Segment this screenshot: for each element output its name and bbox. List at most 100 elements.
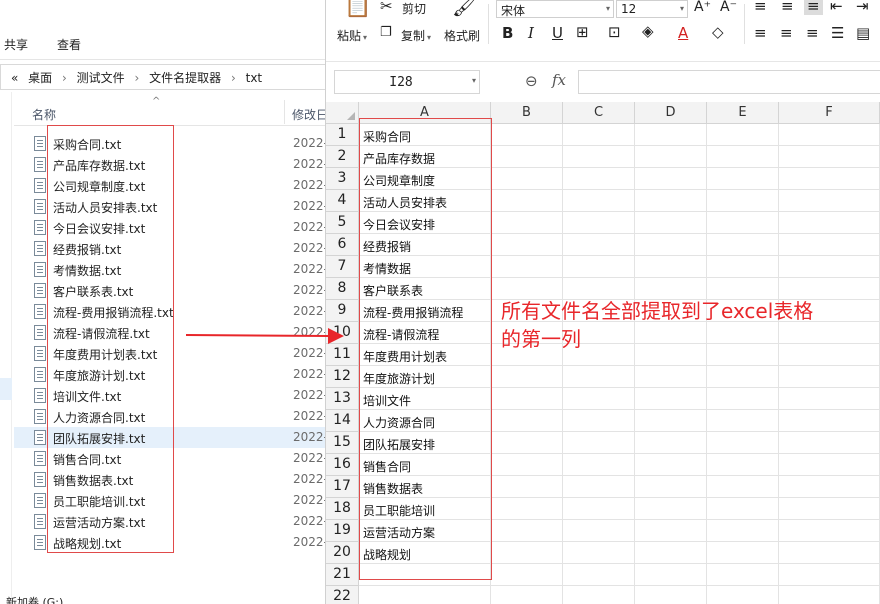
cell[interactable] bbox=[563, 168, 635, 190]
cell[interactable] bbox=[707, 190, 779, 212]
cell[interactable] bbox=[563, 586, 635, 604]
file-row[interactable]: 培训文件.txt 2022- bbox=[14, 385, 325, 406]
column-header-b[interactable]: B bbox=[491, 102, 563, 124]
cell[interactable] bbox=[779, 366, 880, 388]
cell[interactable] bbox=[563, 498, 635, 520]
row-header[interactable]: 22 bbox=[326, 586, 359, 604]
cell[interactable] bbox=[635, 410, 707, 432]
file-row[interactable]: 战略规划.txt 2022- bbox=[14, 532, 325, 553]
row-header[interactable]: 5 bbox=[326, 212, 359, 234]
row-header[interactable]: 7 bbox=[326, 256, 359, 278]
cell[interactable] bbox=[635, 476, 707, 498]
align-right-icon[interactable]: ≡ bbox=[806, 24, 819, 42]
select-all-corner[interactable] bbox=[326, 102, 359, 124]
file-row[interactable]: 销售合同.txt 2022- bbox=[14, 448, 325, 469]
eraser-icon[interactable]: ◇ bbox=[712, 23, 724, 41]
fill-color-icon[interactable]: ◈ bbox=[642, 22, 654, 40]
cell[interactable]: 员工职能培训 bbox=[359, 498, 491, 520]
cell[interactable]: 产品库存数据 bbox=[359, 146, 491, 168]
breadcrumb-test-files[interactable]: 测试文件 bbox=[77, 71, 125, 85]
cell[interactable] bbox=[491, 520, 563, 542]
fx-icon[interactable]: fx bbox=[552, 71, 566, 89]
font-color-icon[interactable]: A bbox=[678, 24, 688, 42]
align-center-icon[interactable]: ≡ bbox=[780, 24, 793, 42]
indent-decrease-icon[interactable]: ⇤ bbox=[830, 0, 843, 15]
cell[interactable] bbox=[635, 586, 707, 604]
cell[interactable] bbox=[635, 168, 707, 190]
row-header[interactable]: 3 bbox=[326, 168, 359, 190]
file-row[interactable]: 客户联系表.txt 2022- bbox=[14, 280, 325, 301]
justify-icon[interactable]: ☰ bbox=[831, 24, 844, 42]
cell[interactable] bbox=[491, 388, 563, 410]
row-header[interactable]: 18 bbox=[326, 498, 359, 520]
cell[interactable]: 活动人员安排表 bbox=[359, 190, 491, 212]
cell[interactable] bbox=[635, 498, 707, 520]
cell[interactable] bbox=[779, 542, 880, 564]
border-icon[interactable]: ⊞ bbox=[576, 23, 589, 41]
row-header[interactable]: 19 bbox=[326, 520, 359, 542]
cell[interactable] bbox=[707, 498, 779, 520]
cell[interactable]: 培训文件 bbox=[359, 388, 491, 410]
cell[interactable] bbox=[779, 190, 880, 212]
cell[interactable]: 战略规划 bbox=[359, 542, 491, 564]
cell[interactable] bbox=[635, 432, 707, 454]
cell[interactable] bbox=[635, 520, 707, 542]
cut-button[interactable]: 剪切 bbox=[402, 0, 426, 17]
cell[interactable] bbox=[779, 212, 880, 234]
cell[interactable]: 公司规章制度 bbox=[359, 168, 491, 190]
cell[interactable] bbox=[563, 564, 635, 586]
cell[interactable] bbox=[707, 586, 779, 604]
decrease-font-icon[interactable]: A⁻ bbox=[720, 0, 737, 15]
column-header-f[interactable]: F bbox=[779, 102, 880, 124]
cell[interactable] bbox=[563, 212, 635, 234]
cell[interactable] bbox=[563, 432, 635, 454]
cell[interactable] bbox=[359, 564, 491, 586]
italic-icon[interactable]: I bbox=[528, 24, 534, 42]
row-header[interactable]: 2 bbox=[326, 146, 359, 168]
align-middle-icon[interactable]: ≡ bbox=[781, 0, 794, 15]
cell[interactable] bbox=[563, 256, 635, 278]
fill-pattern-icon[interactable]: ⊡ bbox=[608, 23, 621, 41]
row-header[interactable]: 14 bbox=[326, 410, 359, 432]
cell[interactable] bbox=[491, 212, 563, 234]
file-row[interactable]: 员工职能培训.txt 2022- bbox=[14, 490, 325, 511]
cell[interactable] bbox=[779, 124, 880, 146]
cell[interactable] bbox=[491, 366, 563, 388]
cell[interactable] bbox=[707, 168, 779, 190]
cell[interactable] bbox=[491, 168, 563, 190]
bold-icon[interactable]: B bbox=[502, 24, 513, 42]
cell[interactable] bbox=[563, 366, 635, 388]
file-row[interactable]: 经费报销.txt 2022- bbox=[14, 238, 325, 259]
cell[interactable] bbox=[707, 124, 779, 146]
cell[interactable]: 团队拓展安排 bbox=[359, 432, 491, 454]
cell[interactable]: 经费报销 bbox=[359, 234, 491, 256]
cell[interactable] bbox=[491, 476, 563, 498]
row-header[interactable]: 20 bbox=[326, 542, 359, 564]
cell[interactable] bbox=[779, 498, 880, 520]
cell[interactable] bbox=[635, 564, 707, 586]
cell[interactable] bbox=[707, 366, 779, 388]
cell[interactable] bbox=[779, 432, 880, 454]
cell[interactable]: 销售数据表 bbox=[359, 476, 491, 498]
breadcrumb-desktop[interactable]: 桌面 bbox=[28, 71, 52, 85]
cell[interactable] bbox=[707, 234, 779, 256]
underline-icon[interactable]: U bbox=[552, 24, 563, 42]
breadcrumb-txt[interactable]: txt bbox=[246, 71, 263, 85]
format-painter-button[interactable]: 格式刷 bbox=[444, 27, 480, 44]
cell[interactable] bbox=[635, 542, 707, 564]
cell[interactable] bbox=[563, 234, 635, 256]
column-header-d[interactable]: D bbox=[635, 102, 707, 124]
cell[interactable] bbox=[707, 212, 779, 234]
cell[interactable] bbox=[779, 586, 880, 604]
cell[interactable] bbox=[779, 256, 880, 278]
cell[interactable] bbox=[491, 124, 563, 146]
column-header-a[interactable]: A bbox=[359, 102, 491, 124]
cell[interactable] bbox=[563, 454, 635, 476]
row-header[interactable]: 6 bbox=[326, 234, 359, 256]
file-row[interactable]: 活动人员安排表.txt 2022- bbox=[14, 196, 325, 217]
cell[interactable]: 人力资源合同 bbox=[359, 410, 491, 432]
cell[interactable] bbox=[707, 432, 779, 454]
file-row[interactable]: 团队拓展安排.txt 2022- bbox=[14, 427, 325, 448]
cell[interactable] bbox=[491, 498, 563, 520]
cell[interactable] bbox=[563, 476, 635, 498]
